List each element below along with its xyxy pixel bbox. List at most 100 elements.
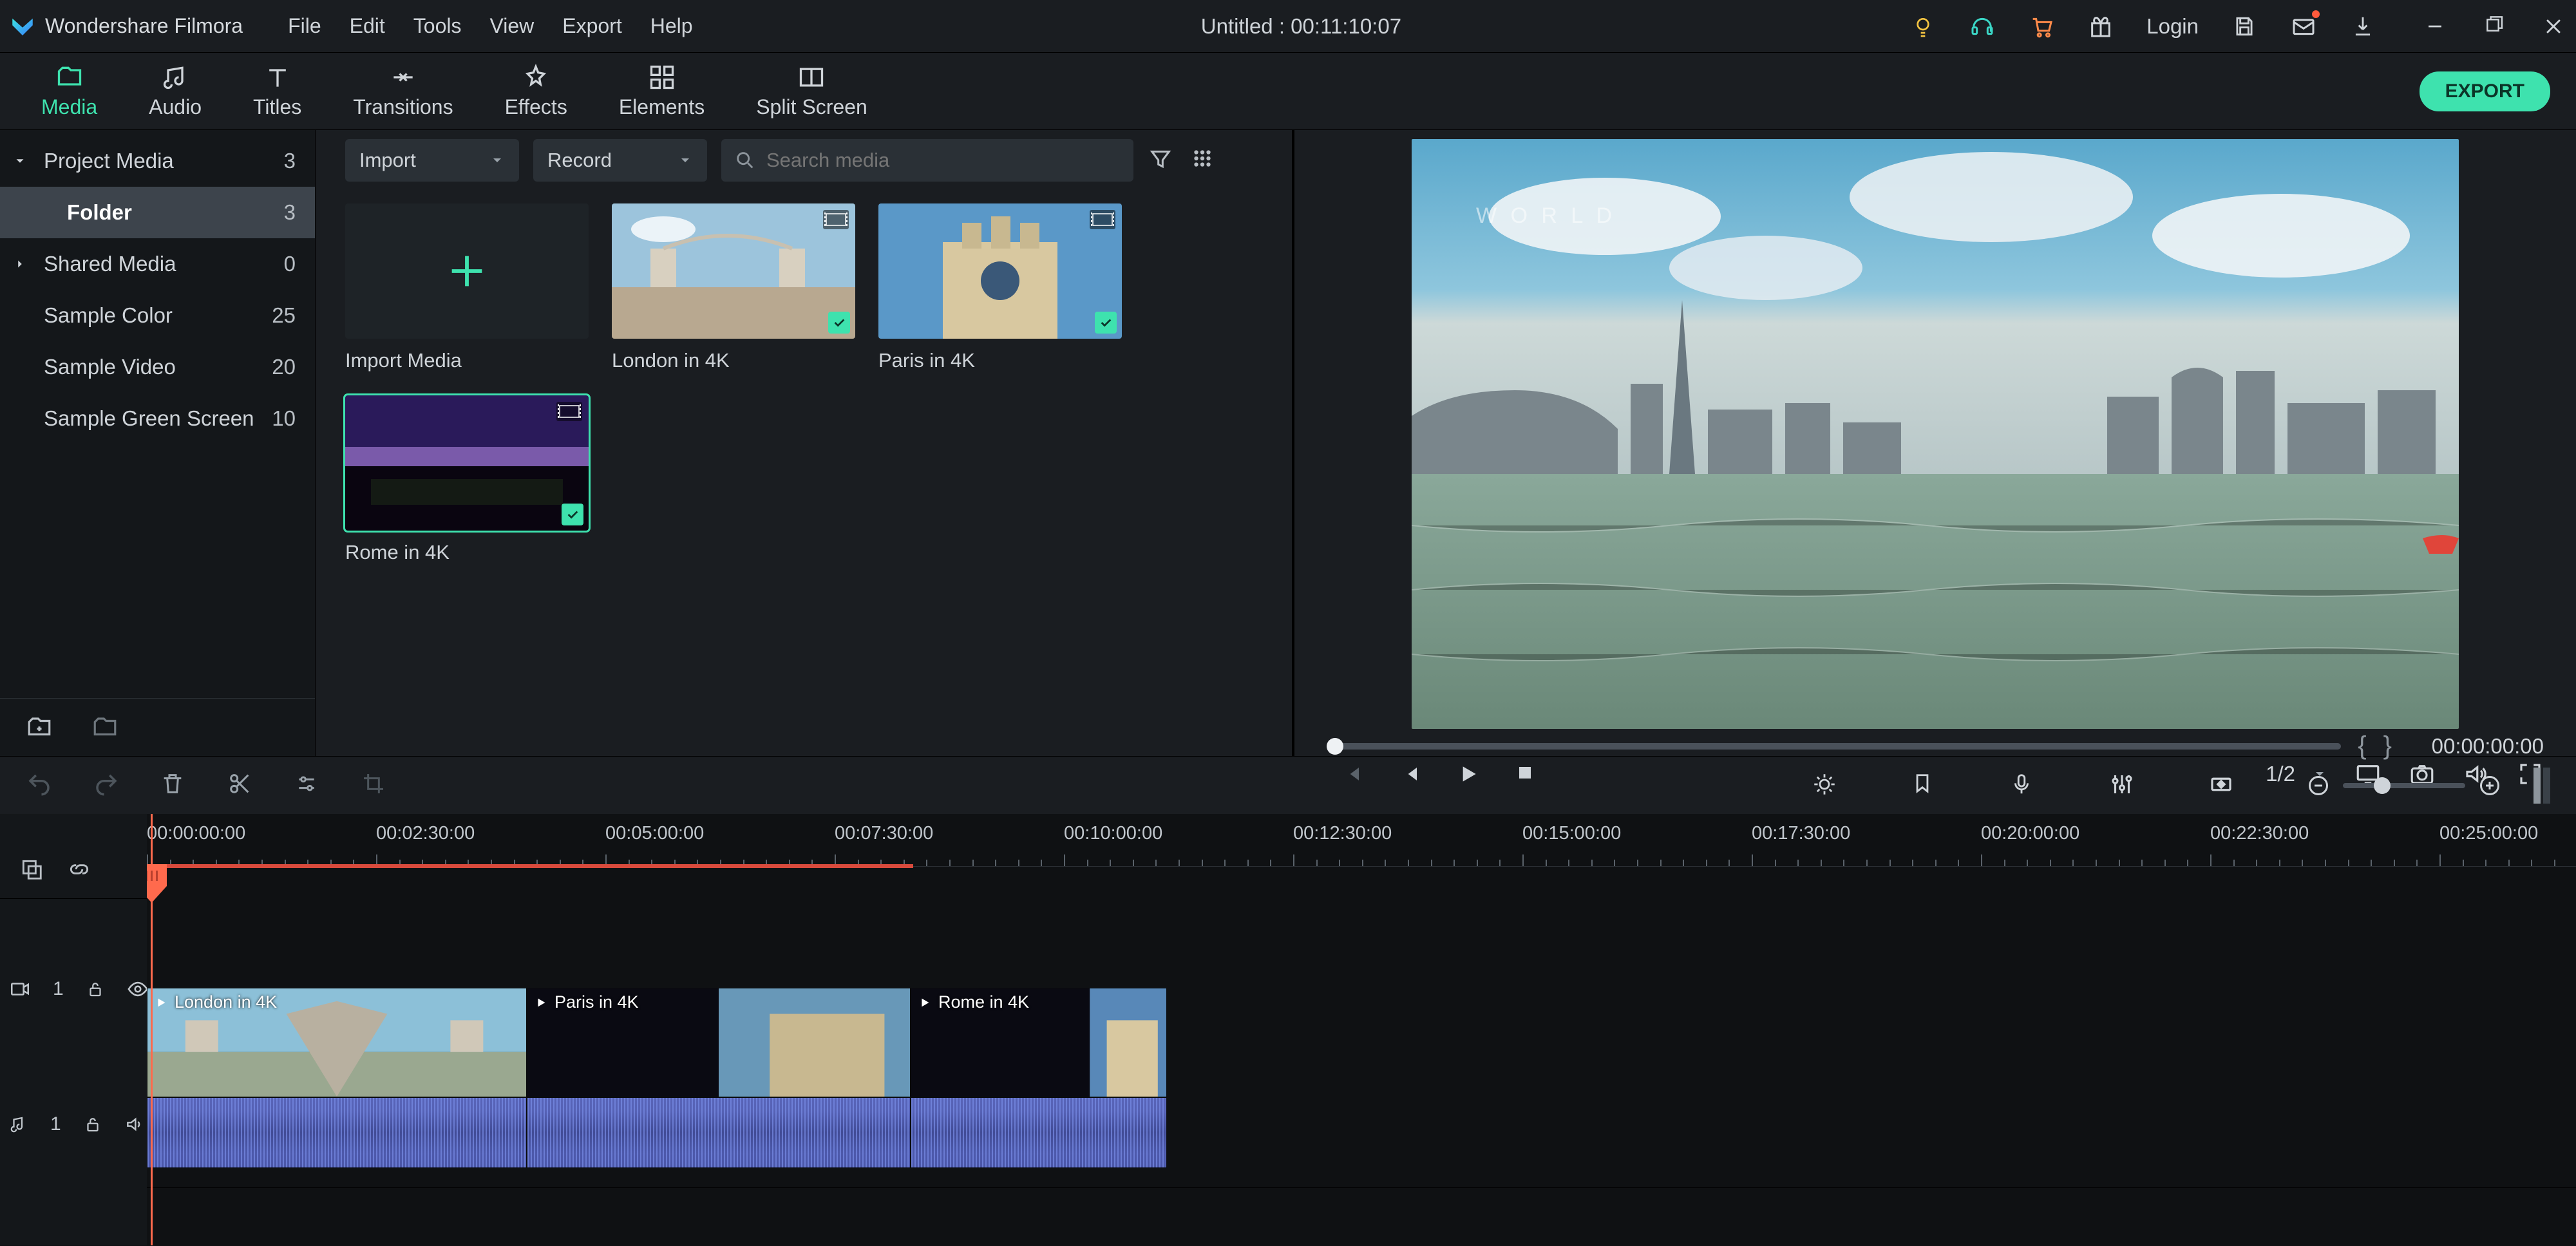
timeline-select-icon[interactable] <box>19 857 44 882</box>
audio-mixer-icon[interactable] <box>2108 771 2138 800</box>
maximize-icon[interactable] <box>2481 13 2508 40</box>
undo-icon[interactable] <box>26 771 55 800</box>
filter-icon[interactable] <box>1148 146 1176 175</box>
play-icon[interactable] <box>1455 761 1481 787</box>
tab-elements[interactable]: Elements <box>593 57 730 126</box>
tree-item-sample-video[interactable]: Sample Video20 <box>0 341 315 393</box>
tree-count: 10 <box>272 406 296 431</box>
media-item[interactable]: Paris in 4K <box>878 203 1122 372</box>
scrub-thumb[interactable] <box>1327 738 1343 755</box>
audio-clip[interactable] <box>527 1097 911 1168</box>
zoom-thumb[interactable] <box>2374 777 2391 794</box>
gift-icon[interactable] <box>2087 13 2114 40</box>
idea-icon[interactable] <box>1909 13 1937 40</box>
tab-titles[interactable]: Titles <box>227 57 327 126</box>
new-folder-icon[interactable] <box>26 714 53 741</box>
lock-icon[interactable] <box>86 979 105 999</box>
svg-text:W O R L D: W O R L D <box>1476 203 1616 228</box>
media-toolbar: Import Record <box>316 130 1292 191</box>
delete-icon[interactable] <box>160 771 189 800</box>
tree-label: Shared Media <box>36 252 284 276</box>
folder-icon[interactable] <box>91 714 118 741</box>
export-button[interactable]: EXPORT <box>2420 71 2550 111</box>
adjust-icon[interactable] <box>294 771 323 800</box>
tab-effects[interactable]: Effects <box>479 57 593 126</box>
tab-splitscreen[interactable]: Split Screen <box>730 57 893 126</box>
stop-icon[interactable] <box>1513 761 1537 787</box>
menu-edit[interactable]: Edit <box>350 14 385 38</box>
step-back-icon[interactable] <box>1397 761 1423 787</box>
import-media-tile[interactable] <box>345 203 589 339</box>
menu-help[interactable]: Help <box>650 14 693 38</box>
voiceover-icon[interactable] <box>2009 771 2039 800</box>
record-dropdown[interactable]: Record <box>533 139 707 182</box>
mark-out-icon[interactable]: } <box>2383 732 2392 760</box>
scrub-track[interactable] <box>1327 743 2341 750</box>
download-icon[interactable] <box>2349 13 2376 40</box>
keyframe-icon[interactable] <box>2208 771 2237 800</box>
playhead[interactable] <box>151 814 153 1245</box>
media-item[interactable]: Import Media <box>345 203 589 372</box>
zoom-slider[interactable] <box>2343 783 2465 788</box>
search-media-input[interactable] <box>721 139 1133 182</box>
timeline-ruler[interactable]: 00:00:00:0000:02:30:0000:05:00:0000:07:3… <box>147 814 2576 867</box>
tab-transitions[interactable]: Transitions <box>327 57 478 126</box>
playhead-grip-icon[interactable] <box>147 864 167 903</box>
mail-icon[interactable] <box>2290 13 2317 40</box>
menu-tools[interactable]: Tools <box>413 14 462 38</box>
tree-item-sample-color[interactable]: Sample Color25 <box>0 290 315 341</box>
close-icon[interactable] <box>2540 13 2567 40</box>
minimize-icon[interactable] <box>2421 13 2448 40</box>
tab-splitscreen-label: Split Screen <box>756 95 867 119</box>
eye-icon[interactable] <box>127 978 149 1000</box>
media-item[interactable]: Rome in 4K <box>345 395 589 564</box>
audio-meter-icon[interactable] <box>2533 768 2550 804</box>
grid-view-icon[interactable] <box>1190 146 1218 175</box>
video-clip[interactable]: Paris in 4K <box>527 988 911 1097</box>
timeline-link-icon[interactable] <box>67 857 91 882</box>
zoom-in-icon[interactable] <box>2478 774 2501 797</box>
menu-view[interactable]: View <box>489 14 534 38</box>
audio-track-header[interactable]: 1 <box>0 1079 147 1169</box>
media-item[interactable]: London in 4K <box>612 203 855 372</box>
tree-item-project-media[interactable]: Project Media3 <box>0 135 315 187</box>
render-icon[interactable] <box>1811 771 1841 800</box>
prev-frame-icon[interactable] <box>1340 761 1365 787</box>
search-icon <box>734 149 756 171</box>
ruler-mark: 00:07:30:00 <box>835 823 933 844</box>
cart-icon[interactable] <box>2028 13 2055 40</box>
video-track-header[interactable]: 1 <box>0 899 147 1079</box>
lock-icon[interactable] <box>83 1115 102 1134</box>
redo-icon[interactable] <box>93 771 122 800</box>
mute-icon[interactable] <box>124 1114 145 1135</box>
media-thumbnail[interactable] <box>612 203 855 339</box>
crop-icon[interactable] <box>361 771 390 800</box>
tab-media[interactable]: Media <box>15 57 123 126</box>
video-clip[interactable]: London in 4K <box>147 988 527 1097</box>
zoom-out-icon[interactable] <box>2307 774 2330 797</box>
tree-label: Project Media <box>36 149 284 173</box>
media-thumbnail[interactable] <box>878 203 1122 339</box>
mark-in-icon[interactable]: { <box>2358 732 2366 760</box>
marker-icon[interactable] <box>1910 771 1940 800</box>
preview-viewport[interactable]: W O R L D <box>1412 139 2459 729</box>
import-dropdown[interactable]: Import <box>345 139 519 182</box>
tab-audio[interactable]: Audio <box>123 57 227 126</box>
audio-clip[interactable] <box>911 1097 1167 1168</box>
tree-item-sample-green-screen[interactable]: Sample Green Screen10 <box>0 393 315 444</box>
menu-export[interactable]: Export <box>562 14 621 38</box>
save-icon[interactable] <box>2231 13 2258 40</box>
tree-count: 25 <box>272 303 296 328</box>
split-icon[interactable] <box>227 771 256 800</box>
search-media-field[interactable] <box>766 149 1121 172</box>
tree-count: 20 <box>272 355 296 379</box>
timeline-body[interactable]: 00:00:00:0000:02:30:0000:05:00:0000:07:3… <box>147 814 2576 1245</box>
tree-item-shared-media[interactable]: Shared Media0 <box>0 238 315 290</box>
tree-item-folder[interactable]: Folder3 <box>0 187 315 238</box>
audio-clip[interactable] <box>147 1097 527 1168</box>
video-clip[interactable]: Rome in 4K <box>911 988 1167 1097</box>
headset-icon[interactable] <box>1969 13 1996 40</box>
media-thumbnail[interactable] <box>345 395 589 531</box>
login-link[interactable]: Login <box>2146 14 2199 39</box>
menu-file[interactable]: File <box>288 14 321 38</box>
